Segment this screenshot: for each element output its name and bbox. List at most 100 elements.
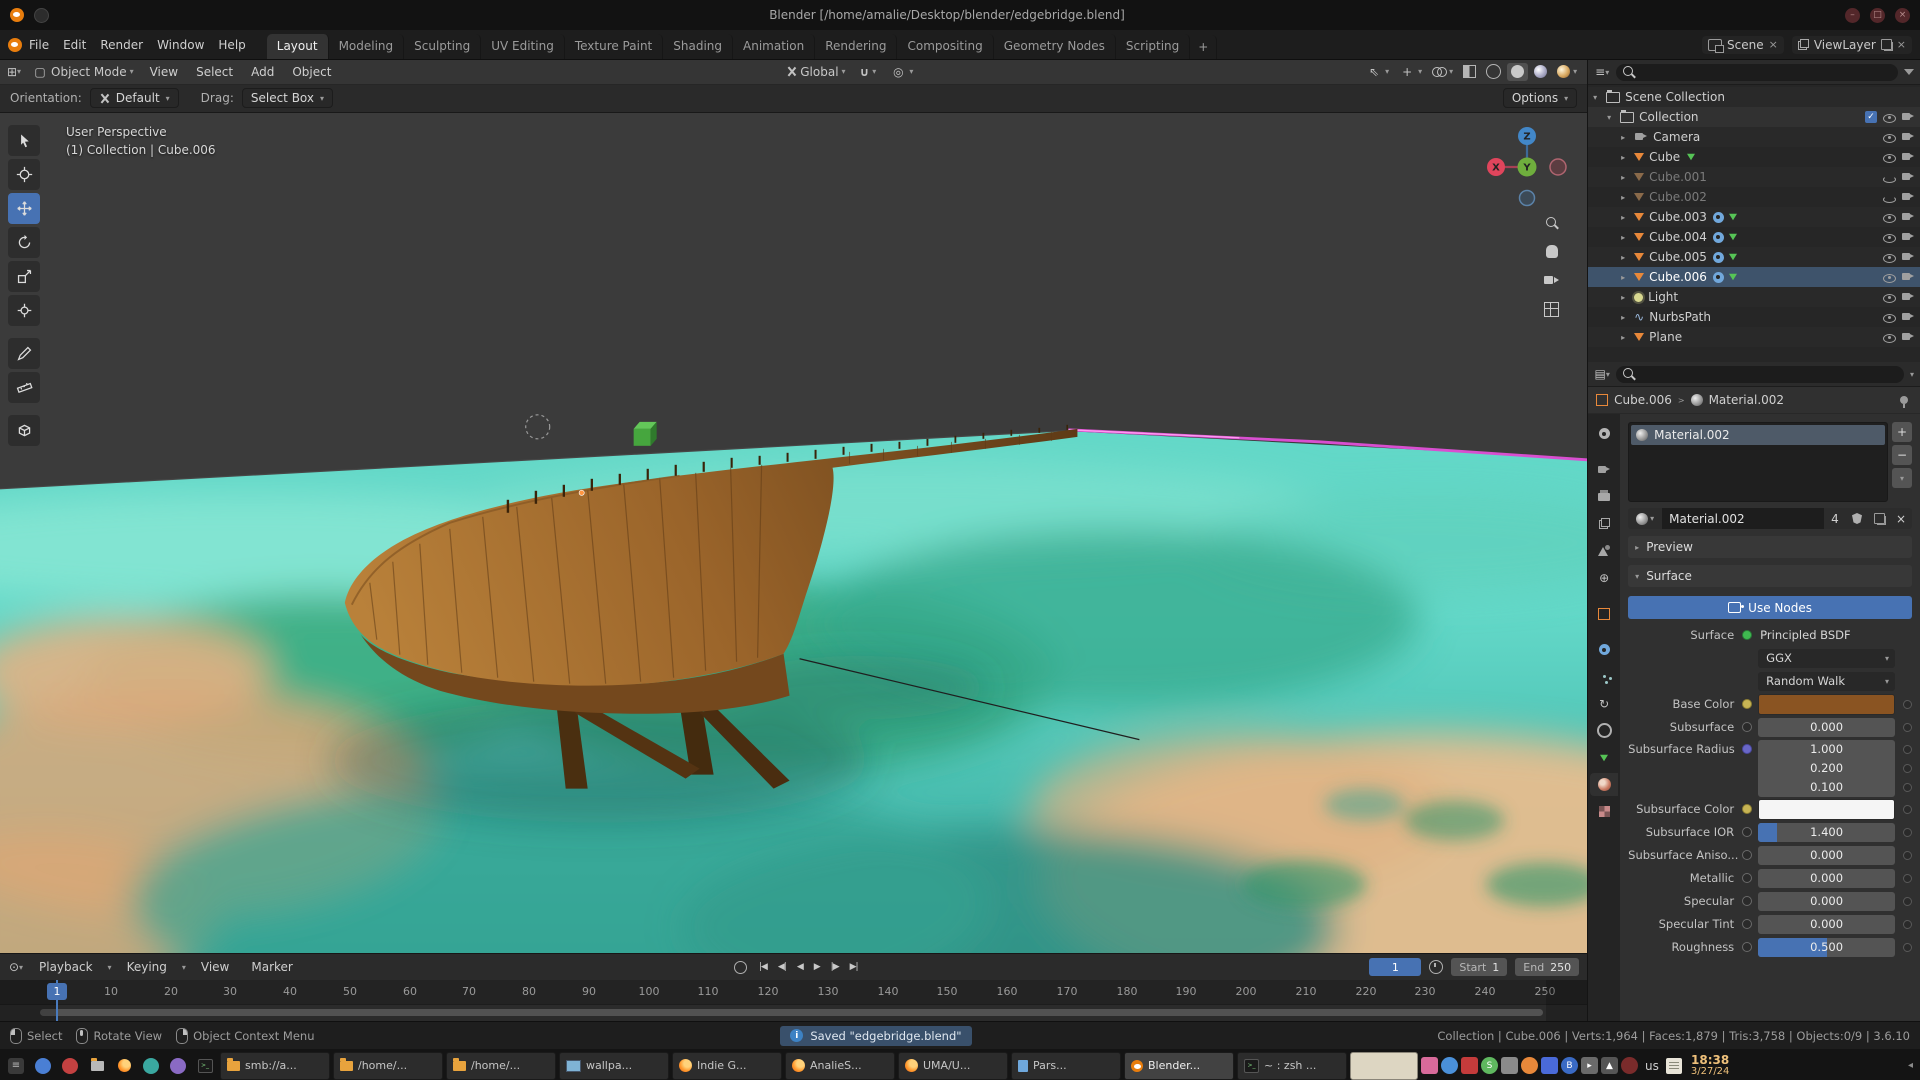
disclosure-icon[interactable]: ▸ <box>1621 193 1634 202</box>
tray-skype-icon[interactable]: S <box>1481 1057 1498 1074</box>
shading-solid-button[interactable] <box>1507 63 1528 81</box>
tab-geometry-nodes[interactable]: Geometry Nodes <box>994 34 1116 59</box>
launcher-terminal-icon[interactable]: >_ <box>193 1054 217 1078</box>
jump-to-start-button[interactable]: |◀ <box>755 961 771 973</box>
tray-notes-icon[interactable] <box>1666 1058 1682 1074</box>
toggle-perspective-button[interactable] <box>1544 302 1559 317</box>
decorator-dot[interactable] <box>1903 700 1912 709</box>
add-slot-button[interactable]: + <box>1892 422 1912 442</box>
taskbar-window-home-1[interactable]: /home/... <box>333 1052 443 1080</box>
disclosure-icon[interactable]: ▸ <box>1621 233 1634 242</box>
decorator-dot[interactable] <box>1903 920 1912 929</box>
measure-tool[interactable] <box>8 372 40 403</box>
roughness-slider[interactable]: 0.500 <box>1758 938 1895 957</box>
disclosure-icon[interactable]: ▸ <box>1621 313 1634 322</box>
jump-to-end-button[interactable]: ▶| <box>846 961 862 973</box>
pin-icon[interactable] <box>1900 396 1908 404</box>
decorator-dot[interactable] <box>1903 851 1912 860</box>
tab-rendering[interactable]: Rendering <box>815 34 897 59</box>
taskbar-window-blank[interactable] <box>1350 1052 1418 1080</box>
hide-eye-icon[interactable] <box>1882 271 1896 284</box>
disclosure-icon[interactable]: ▸ <box>1621 293 1634 302</box>
menu-select[interactable]: Select <box>190 63 239 81</box>
hide-eye-icon[interactable] <box>1882 151 1896 164</box>
tab-scene[interactable] <box>1590 539 1618 562</box>
properties-options-icon[interactable]: ▾ <box>1910 370 1914 379</box>
tray-player-icon[interactable] <box>1521 1057 1538 1074</box>
tab-compositing[interactable]: Compositing <box>897 34 993 59</box>
timeline-scrollbar[interactable] <box>40 1009 1543 1016</box>
tray-sync-icon[interactable] <box>1441 1057 1458 1074</box>
shading-material-button[interactable] <box>1530 63 1551 81</box>
camera-view-button[interactable] <box>1544 274 1559 286</box>
selectability-visibility-button[interactable]: ⇖▾ <box>1362 63 1393 81</box>
users-count-button[interactable]: 4 <box>1824 508 1846 529</box>
disclosure-icon[interactable]: ▾ <box>1607 113 1620 122</box>
launcher-chat-icon[interactable] <box>139 1054 163 1078</box>
outliner-row-cube-004[interactable]: ▸ Cube.004 <box>1588 227 1920 247</box>
green-cube-object[interactable] <box>634 422 657 446</box>
new-material-button[interactable] <box>1868 508 1890 529</box>
transform-tool[interactable] <box>8 295 40 326</box>
disclosure-icon[interactable]: ▸ <box>1621 173 1634 182</box>
scene-selector[interactable]: Scene × <box>1702 36 1784 54</box>
menu-edit[interactable]: Edit <box>56 34 93 56</box>
tab-object[interactable] <box>1590 602 1618 625</box>
tab-layout[interactable]: Layout <box>267 34 329 59</box>
material-slot-list[interactable]: Material.002 <box>1628 422 1888 502</box>
specular-tint-slider[interactable]: 0.000 <box>1758 915 1895 934</box>
render-visibility-icon[interactable] <box>1901 151 1915 163</box>
tray-volume-icon[interactable]: ▸ <box>1581 1057 1598 1074</box>
blender-menu-icon[interactable] <box>8 38 22 52</box>
tab-modeling[interactable]: Modeling <box>329 34 405 59</box>
playhead-frame-chip[interactable]: 1 <box>47 983 67 1000</box>
outliner-row-cube-005[interactable]: ▸ Cube.005 <box>1588 247 1920 267</box>
timeline-keyframe-area[interactable] <box>0 1005 1587 1021</box>
menu-marker[interactable]: Marker <box>244 956 299 978</box>
decorator-dot[interactable] <box>1903 783 1912 792</box>
drag-dropdown[interactable]: Select Box▾ <box>242 88 333 108</box>
hide-eye-icon[interactable] <box>1882 291 1896 304</box>
taskbar-window-indie[interactable]: Indie G... <box>672 1052 782 1080</box>
decorator-dot[interactable] <box>1903 764 1912 773</box>
new-view-layer-icon[interactable] <box>1881 39 1892 50</box>
outliner-row-cube-001[interactable]: ▸ Cube.001 <box>1588 167 1920 187</box>
tab-scripting[interactable]: Scripting <box>1116 34 1190 59</box>
fake-user-button[interactable] <box>1846 508 1868 529</box>
annotate-tool[interactable] <box>8 338 40 369</box>
snap-toggle[interactable]: ∪▾ <box>856 63 881 81</box>
properties-editor-icon[interactable]: ▤▾ <box>1594 366 1610 382</box>
taskbar-window-pars[interactable]: Pars... <box>1011 1052 1121 1080</box>
move-tool[interactable] <box>8 193 40 224</box>
close-button[interactable]: × <box>1895 8 1910 23</box>
taskbar-window-analies[interactable]: AnalieS... <box>785 1052 895 1080</box>
outliner-row-collection[interactable]: ▾ Collection ✓ <box>1588 107 1920 127</box>
axis-minus-x-handle[interactable] <box>1550 159 1566 175</box>
tray-network-icon[interactable]: ▲ <box>1601 1057 1618 1074</box>
outliner-row-plane[interactable]: ▸ Plane <box>1588 327 1920 347</box>
launcher-files-icon[interactable] <box>85 1054 109 1078</box>
disclosure-icon[interactable]: ▸ <box>1621 253 1634 262</box>
tray-bluetooth-icon[interactable]: B <box>1561 1057 1578 1074</box>
frame-start-field[interactable]: Start1 <box>1451 958 1507 976</box>
taskbar-window-smb[interactable]: smb://a... <box>220 1052 330 1080</box>
tab-render[interactable] <box>1590 458 1618 481</box>
tray-phone-icon[interactable] <box>1541 1057 1558 1074</box>
tab-particles[interactable] <box>1590 665 1618 688</box>
menu-file[interactable]: File <box>22 34 56 56</box>
shading-rendered-button[interactable]: ▾ <box>1553 63 1581 81</box>
tab-texture-paint[interactable]: Texture Paint <box>565 34 663 59</box>
specular-slider[interactable]: 0.000 <box>1758 892 1895 911</box>
tab-shading[interactable]: Shading <box>663 34 733 59</box>
surface-panel-header[interactable]: ▾ Surface <box>1628 565 1912 587</box>
tab-object-data[interactable] <box>1590 746 1618 769</box>
tray-clipboard-icon[interactable] <box>1501 1057 1518 1074</box>
tab-uv-editing[interactable]: UV Editing <box>481 34 565 59</box>
decorator-dot[interactable] <box>1903 723 1912 732</box>
subsurface-slider[interactable]: 0.000 <box>1758 718 1895 737</box>
decorator-dot[interactable] <box>1903 943 1912 952</box>
tab-material[interactable] <box>1590 773 1618 796</box>
subsurface-aniso-slider[interactable]: 0.000 <box>1758 846 1895 865</box>
launcher-media-icon[interactable] <box>58 1054 82 1078</box>
taskbar-window-wallpaper[interactable]: wallpa... <box>559 1052 669 1080</box>
